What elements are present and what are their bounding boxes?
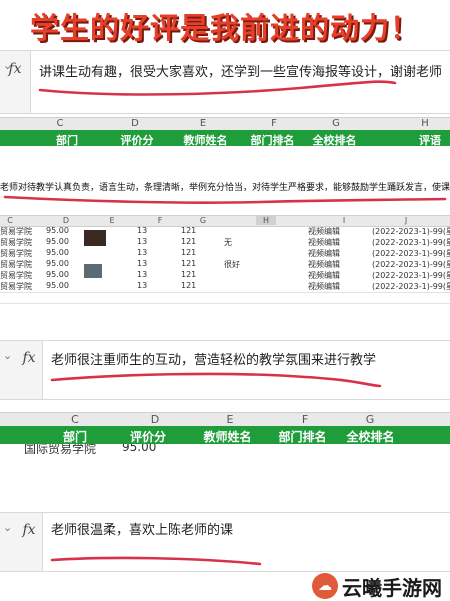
cell-school-rank: 121 xyxy=(181,270,197,279)
cell-course: 视频编辑 xyxy=(308,249,340,258)
header-teacher-name[interactable]: 教师姓名 xyxy=(195,428,260,445)
formula-text-3: 老师很温柔，喜欢上陈老师的课 xyxy=(51,523,234,538)
brush-underline-3 xyxy=(50,372,382,388)
title-banner: 学生的好评是我前进的动力！ xyxy=(0,0,450,50)
cell-dept-rank: 13 xyxy=(137,270,148,279)
cell-dept-rank: 13 xyxy=(137,259,148,268)
grid-line xyxy=(0,303,450,304)
column-header[interactable]: F xyxy=(150,216,170,225)
cell-school-rank: 121 xyxy=(181,248,197,257)
cell-department: 贸易学院 xyxy=(0,271,32,280)
cell-term: (2022-2023-1)-99(星期 xyxy=(372,260,450,269)
watermark: ☁ 云曦手游网 xyxy=(312,572,450,600)
column-header-row-1: C D E F G H xyxy=(0,117,450,131)
redacted-name xyxy=(84,264,102,278)
cell-course: 视频编辑 xyxy=(308,271,340,280)
spacer xyxy=(0,146,450,176)
column-header[interactable]: H xyxy=(405,118,445,129)
cell-term: (2022-2023-1)-99(星期 xyxy=(372,238,450,247)
column-header[interactable]: D xyxy=(56,216,76,225)
table-row[interactable]: 贸易学院 95.00 13 121 视频编辑 (2022-2023-1)-99(… xyxy=(0,226,450,236)
table-header-2: 部门 评价分 教师姓名 部门排名 全校排名 xyxy=(0,426,450,444)
cell-department: 贸易学院 xyxy=(0,249,32,258)
cell-course: 视频编辑 xyxy=(308,238,340,247)
cell-term: (2022-2023-1)-99(星期 xyxy=(372,271,450,280)
header-score[interactable]: 评价分 xyxy=(118,428,178,445)
table-row[interactable]: 贸易学院 95.00 13 121 视频编辑 (2022-2023-1)-99(… xyxy=(0,248,450,258)
column-header[interactable]: J xyxy=(396,216,416,225)
table-row[interactable]: 贸易学院 95.00 13 121 无 视频编辑 (2022-2023-1)-9… xyxy=(0,237,450,247)
cell-term: (2022-2023-1)-99(星期 xyxy=(372,282,450,291)
cell-dept-rank: 13 xyxy=(137,248,148,257)
table-row[interactable]: 贸易学院 95.00 13 121 视频编辑 (2022-2023-1)-99(… xyxy=(0,281,450,291)
table-row[interactable]: 国际贸易学院 95.00 xyxy=(0,444,450,454)
column-header[interactable]: I xyxy=(334,216,354,225)
cell-score: 95.00 xyxy=(46,259,69,268)
redacted-name xyxy=(84,230,106,246)
column-header[interactable]: C xyxy=(0,216,20,225)
chevron-down-icon[interactable]: ⌄ xyxy=(3,521,12,534)
cell-score: 95.00 xyxy=(46,248,69,257)
cell-department: 贸易学院 xyxy=(0,227,32,236)
table-row[interactable]: 贸易学院 95.00 13 121 很好 视频编辑 (2022-2023-1)-… xyxy=(0,259,450,269)
cell-comment: 很好 xyxy=(224,260,240,269)
column-header[interactable]: G xyxy=(316,118,356,129)
cell-score: 95.00 xyxy=(46,237,69,246)
cell-department: 国际贸易学院 xyxy=(24,444,97,454)
column-header[interactable]: H xyxy=(256,216,276,225)
cell-course: 视频编辑 xyxy=(308,282,340,291)
grid-line xyxy=(0,292,450,293)
column-header[interactable]: E xyxy=(210,413,250,426)
cell-term: (2022-2023-1)-99(星期 xyxy=(372,249,450,258)
cell-course: 视频编辑 xyxy=(308,227,340,236)
cell-score: 95.00 xyxy=(122,444,157,454)
cell-school-rank: 121 xyxy=(181,259,197,268)
column-header-row-3: C D E F G xyxy=(0,412,450,427)
cell-dept-rank: 13 xyxy=(137,237,148,246)
table-row[interactable]: 贸易学院 95.00 13 121 视频编辑 (2022-2023-1)-99(… xyxy=(0,270,450,280)
column-header[interactable]: C xyxy=(40,118,80,129)
column-header[interactable]: C xyxy=(55,413,95,426)
watermark-logo-icon: ☁ xyxy=(312,573,338,599)
data-table: 贸易学院 95.00 13 121 视频编辑 (2022-2023-1)-99(… xyxy=(0,226,450,304)
cell-department: 贸易学院 xyxy=(0,260,32,269)
cell-course: 视频编辑 xyxy=(308,260,340,269)
cell-school-rank: 121 xyxy=(181,281,197,290)
column-header[interactable]: G xyxy=(193,216,213,225)
brush-underline-2 xyxy=(3,195,447,204)
cell-score: 95.00 xyxy=(46,270,69,279)
cell-comment: 无 xyxy=(224,238,232,247)
header-school-rank[interactable]: 全校排名 xyxy=(338,428,403,445)
column-header[interactable]: D xyxy=(135,413,175,426)
cell-score: 95.00 xyxy=(46,281,69,290)
cell-school-rank: 121 xyxy=(181,226,197,235)
watermark-text: 云曦手游网 xyxy=(342,576,442,600)
column-header[interactable]: F xyxy=(254,118,294,129)
column-header[interactable]: G xyxy=(350,413,390,426)
cell-score: 95.00 xyxy=(46,226,69,235)
cell-department: 贸易学院 xyxy=(0,238,32,247)
header-department[interactable]: 部门 xyxy=(45,428,105,445)
header-dept-rank[interactable]: 部门排名 xyxy=(270,428,335,445)
column-header[interactable]: D xyxy=(115,118,155,129)
column-header[interactable]: E xyxy=(183,118,223,129)
fx-icon[interactable]: fx xyxy=(16,518,42,542)
cell-dept-rank: 13 xyxy=(137,226,148,235)
cell-dept-rank: 13 xyxy=(137,281,148,290)
page-title: 学生的好评是我前进的动力！ xyxy=(29,11,420,45)
column-header[interactable]: F xyxy=(285,413,325,426)
cell-school-rank: 121 xyxy=(181,237,197,246)
column-header[interactable]: E xyxy=(102,216,122,225)
table-header-1: 部门 评价分 教师姓名 部门排名 全校排名 评语 xyxy=(0,130,450,147)
brush-underline-1 xyxy=(38,80,397,96)
cell-term: (2022-2023-1)-99(星期 xyxy=(372,227,450,236)
cell-department: 贸易学院 xyxy=(0,282,32,291)
